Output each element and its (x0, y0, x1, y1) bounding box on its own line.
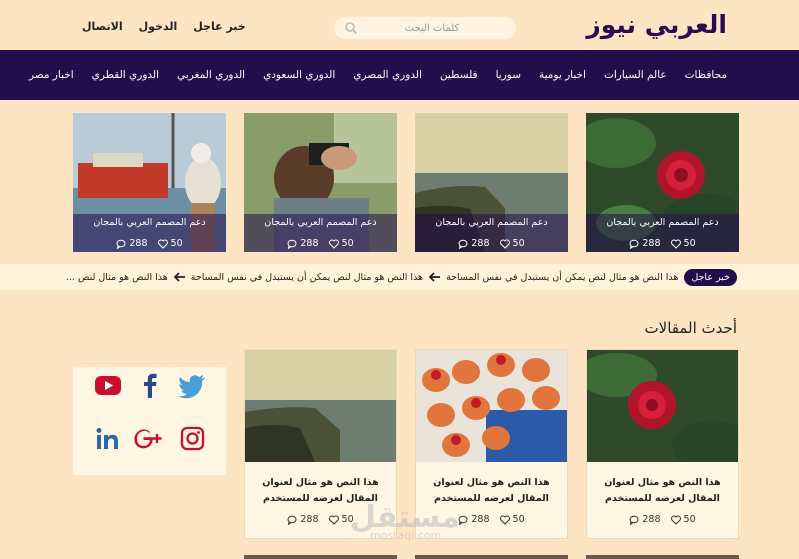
nav-item[interactable]: فلسطين (440, 69, 478, 81)
instagram-icon[interactable] (177, 426, 207, 452)
comments-count: 288 (129, 238, 148, 249)
comment-icon[interactable] (116, 239, 126, 249)
heart-icon[interactable] (157, 239, 168, 249)
comments-count: 288 (300, 514, 319, 525)
comment-icon[interactable] (458, 239, 468, 249)
article-title[interactable]: هذا النص هو مثال لعنوان المقال لعرضه للم… (597, 475, 728, 507)
arrow-left-icon (173, 272, 185, 282)
comment-icon[interactable] (629, 239, 639, 249)
google-plus-icon[interactable] (133, 426, 163, 452)
rose-image (587, 350, 738, 462)
ticker-item[interactable]: هذا النص هو مثال لنص ... (66, 272, 168, 283)
news-ticker: خبر عاجل هذا النص هو مثال لنص يمكن أن يس… (0, 264, 799, 290)
top-bar: العربي نيوز كلمات البحث خبر عاجل الدخول … (0, 0, 799, 50)
comment-icon[interactable] (287, 239, 297, 249)
search-icon[interactable] (344, 21, 358, 35)
site-logo[interactable]: العربي نيوز (586, 10, 727, 39)
next-row-hint (586, 555, 739, 559)
likes-count: 50 (170, 238, 183, 249)
main-nav: محافظات عالم السيارات اخبار يومية سوريا … (0, 50, 799, 100)
youtube-icon[interactable] (93, 373, 123, 399)
featured-card[interactable]: دعم المصمم العربي بالمجان 50 288 (586, 113, 739, 252)
nav-item[interactable]: الدوري المغربي (177, 69, 245, 81)
nav-item[interactable]: الدوري المصري (353, 69, 422, 81)
article-card[interactable]: هذا النص هو مثال لعنوان المقال لعرضه للم… (586, 349, 739, 539)
next-row-hint (415, 555, 568, 559)
heart-icon[interactable] (670, 239, 681, 249)
comment-icon[interactable] (458, 515, 468, 525)
nav-item[interactable]: عالم السيارات (604, 69, 667, 81)
next-row-hint (244, 555, 397, 559)
likes-count: 50 (512, 514, 525, 525)
likes-count: 50 (341, 238, 354, 249)
search-box[interactable]: كلمات البحث (334, 17, 516, 39)
nav-item[interactable]: الدوري السعودي (263, 69, 335, 81)
facebook-icon[interactable] (135, 372, 165, 398)
comments-count: 288 (642, 238, 661, 249)
card-caption: دعم المصمم العربي بالمجان (435, 217, 548, 228)
search-input[interactable]: كلمات البحث (358, 23, 506, 34)
twitter-icon[interactable] (177, 373, 207, 399)
card-meta: 50 288 (73, 238, 226, 249)
nav-item[interactable]: محافظات (685, 69, 727, 81)
coast-image (245, 350, 396, 462)
featured-card[interactable]: دعم المصمم العربي بالمجان 50 288 (415, 113, 568, 252)
comments-count: 288 (300, 238, 319, 249)
social-box (73, 367, 226, 475)
section-title: أحدث المقالات (644, 319, 737, 337)
heart-icon[interactable] (328, 515, 339, 525)
desserts-image (416, 350, 567, 462)
linkedin-icon[interactable] (93, 426, 123, 452)
featured-card[interactable]: دعم المصمم العربي بالمجان 50 288 (73, 113, 226, 252)
ticker-item[interactable]: هذا النص هو مثال لنص يمكن أن يستبدل في ن… (168, 272, 423, 283)
contact-link[interactable]: الاتصال (82, 20, 123, 33)
comments-count: 288 (471, 238, 490, 249)
login-link[interactable]: الدخول (139, 20, 178, 33)
heart-icon[interactable] (328, 239, 339, 249)
card-meta: 50 288 (415, 238, 568, 249)
heart-icon[interactable] (670, 515, 681, 525)
card-caption: دعم المصمم العربي بالمجان (93, 217, 206, 228)
card-caption: دعم المصمم العربي بالمجان (606, 217, 719, 228)
nav-item[interactable]: سوريا (496, 69, 521, 81)
top-links: خبر عاجل الدخول الاتصال (82, 20, 246, 33)
featured-strip: دعم المصمم العربي بالمجان 50 288 دعم الم… (0, 113, 799, 252)
likes-count: 50 (512, 238, 525, 249)
likes-count: 50 (683, 238, 696, 249)
watermark: مستقل mostaql.com (350, 500, 460, 542)
article-meta: 50 288 (587, 514, 738, 525)
ticker-item[interactable]: هذا النص هو مثال لنص يمكن أن يستبدل في ن… (423, 272, 678, 283)
comments-count: 288 (642, 514, 661, 525)
nav-item[interactable]: اخبار مصر (29, 69, 74, 81)
heart-icon[interactable] (499, 515, 510, 525)
featured-card[interactable]: دعم المصمم العربي بالمجان 50 288 (244, 113, 397, 252)
breaking-news-link[interactable]: خبر عاجل (193, 20, 245, 33)
card-caption: دعم المصمم العربي بالمجان (264, 217, 377, 228)
arrow-left-icon (429, 272, 441, 282)
heart-icon[interactable] (499, 239, 510, 249)
breaking-news-badge[interactable]: خبر عاجل (684, 268, 737, 286)
card-meta: 50 288 (244, 238, 397, 249)
nav-item[interactable]: اخبار يومية (539, 69, 586, 81)
card-meta: 50 288 (586, 238, 739, 249)
comments-count: 288 (471, 514, 490, 525)
comment-icon[interactable] (287, 515, 297, 525)
comment-icon[interactable] (629, 515, 639, 525)
nav-item[interactable]: الدوري القطري (92, 69, 159, 81)
likes-count: 50 (683, 514, 696, 525)
